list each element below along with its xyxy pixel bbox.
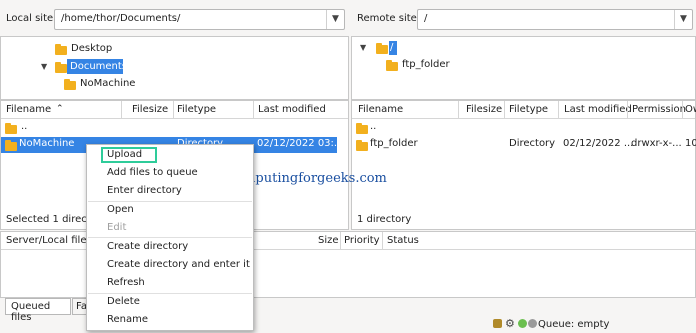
row-filename: .. [370,121,377,132]
menu-item-create-directory-and-enter[interactable]: Create directory and enter it [107,259,250,270]
remote-list-header: Filename Filesize Filetype Last modified… [352,101,696,119]
folder-icon [64,79,76,90]
folder-icon [386,60,398,71]
local-site-bar: Local site: /home/thor/Documents/ ▼ [0,0,349,36]
chevron-down-icon[interactable]: ▼ [41,62,47,71]
column-divider [682,101,683,119]
sort-ascending-icon[interactable]: ⌃ [56,104,64,114]
row-filename: NoMachine [19,138,75,149]
local-list-header: Filename ⌃ Filesize Filetype Last modifi… [1,101,348,119]
menu-separator [88,293,252,294]
remote-path-value[interactable]: / [424,13,427,24]
table-row[interactable]: .. [1,120,348,136]
column-divider [558,101,559,119]
column-header-last-modified[interactable]: Last modified [258,104,326,115]
row-filetype: Directory [509,138,556,149]
lock-icon [493,319,502,328]
column-header-permission[interactable]: Permission [632,104,686,115]
remote-status-text: 1 directory [357,214,412,225]
row-filename: .. [21,121,28,132]
column-header-size[interactable]: Size [318,235,339,246]
menu-item-create-directory[interactable]: Create directory [107,241,188,252]
red-light-icon [528,319,537,328]
local-path-combo[interactable]: /home/thor/Documents/ ▼ [54,9,345,30]
row-owner: 10( [685,138,696,149]
column-header-priority[interactable]: Priority [344,235,380,246]
remote-site-bar: Remote site: / ▼ [351,0,696,36]
row-last-modified: 02/12/2022 ... [563,138,634,149]
column-divider [627,101,628,119]
column-header-filetype[interactable]: Filetype [177,104,216,115]
column-divider [504,101,505,119]
column-header-filesize[interactable]: Filesize [466,104,502,115]
local-tree[interactable]: Desktop ▼ Documents NoMachine [0,36,349,100]
folder-icon [55,62,67,73]
queue-status-text: Queue: empty [538,319,610,330]
menu-item-add-files-to-queue[interactable]: Add files to queue [107,167,198,178]
row-filename: ftp_folder [370,138,418,149]
gear-icon: ⚙ [505,317,515,330]
menu-item-delete[interactable]: Delete [107,296,140,307]
column-header-owner[interactable]: Ow [685,104,696,115]
row-permission: drwxr-x-... [631,138,682,149]
remote-tree-item-root-label[interactable]: / [390,42,393,53]
column-header-last-modified[interactable]: Last modified [564,104,632,115]
column-divider [121,101,122,119]
remote-file-list[interactable]: Filename Filesize Filetype Last modified… [351,100,696,230]
chevron-down-icon[interactable]: ▼ [326,10,344,29]
folder-icon [5,123,17,134]
column-header-filesize[interactable]: Filesize [132,104,168,115]
folder-icon [356,123,368,134]
tab-queued-files[interactable]: Queued files [5,298,71,323]
column-divider [340,232,341,250]
menu-item-upload[interactable]: Upload [107,149,142,160]
chevron-down-icon[interactable]: ▼ [674,10,692,29]
row-last-modified: 02/12/2022 03:... [257,138,344,149]
menu-item-refresh[interactable]: Refresh [107,277,145,288]
column-header-server-local-file[interactable]: Server/Local file [6,235,87,246]
column-header-filename[interactable]: Filename [6,104,51,115]
menu-item-rename[interactable]: Rename [107,314,148,325]
local-tree-item-documents-label[interactable]: Documents [70,61,127,72]
menu-item-edit: Edit [107,222,127,233]
folder-icon [356,140,368,151]
remote-site-label: Remote site: [357,13,421,24]
chevron-down-icon[interactable]: ▼ [360,43,366,52]
column-divider [382,232,383,250]
folder-icon [55,44,67,55]
column-header-status[interactable]: Status [387,235,419,246]
folder-icon [376,43,388,54]
local-tree-item-nomachine[interactable]: NoMachine [80,78,135,89]
local-path-value[interactable]: /home/thor/Documents/ [61,13,180,24]
column-divider [253,101,254,119]
menu-separator [88,237,252,238]
remote-tree-item-ftp-folder[interactable]: ftp_folder [402,59,450,70]
menu-separator [88,201,252,202]
remote-tree[interactable]: ▼ / ftp_folder [351,36,696,100]
menu-item-open[interactable]: Open [107,204,134,215]
green-light-icon [518,319,527,328]
column-divider [458,101,459,119]
local-tree-item-desktop[interactable]: Desktop [71,43,112,54]
column-divider [173,101,174,119]
menu-item-enter-directory[interactable]: Enter directory [107,185,182,196]
column-header-filetype[interactable]: Filetype [509,104,548,115]
table-row[interactable]: .. [352,120,695,136]
table-row[interactable]: ftp_folder Directory 02/12/2022 ... drwx… [352,137,696,153]
context-menu: Upload Add files to queue Enter director… [86,144,254,331]
folder-icon [5,140,17,151]
remote-path-combo[interactable]: / ▼ [417,9,693,30]
local-site-label: Local site: [6,13,57,24]
column-header-filename[interactable]: Filename [358,104,403,115]
